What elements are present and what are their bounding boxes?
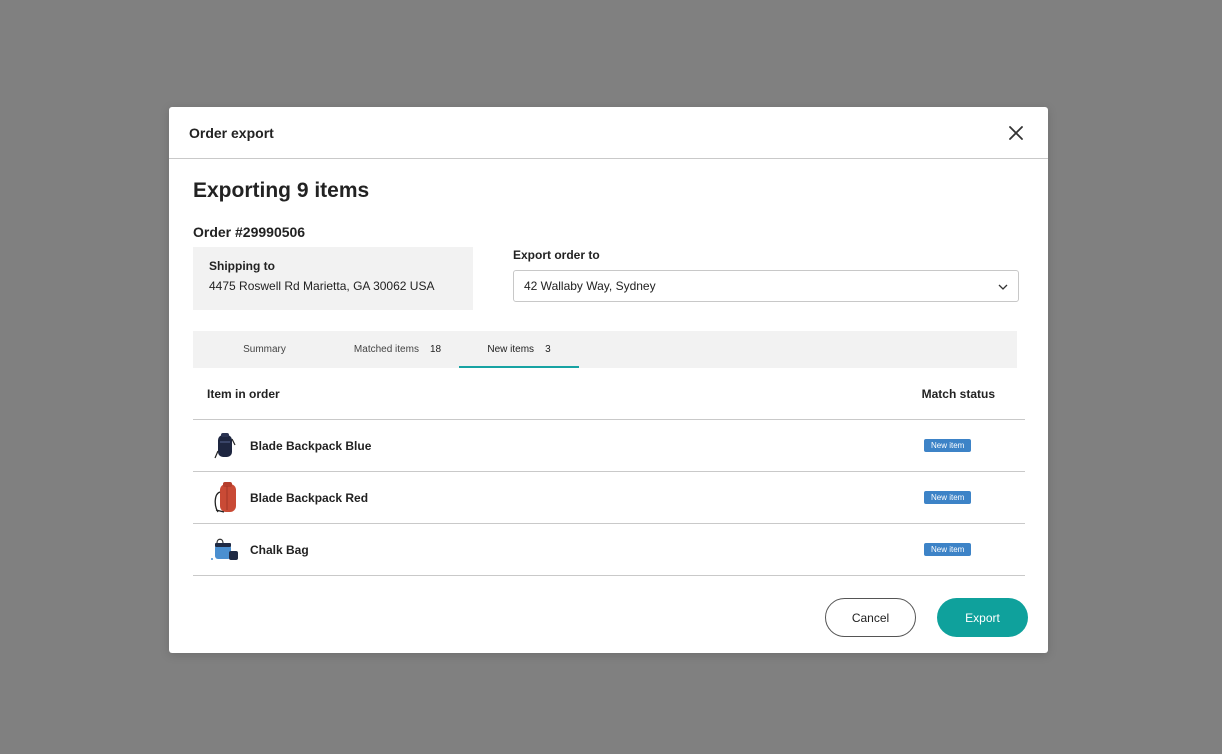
tab-count: 18: [429, 344, 442, 355]
tab-label: Summary: [243, 344, 286, 355]
shipping-box: Shipping to 4475 Roswell Rd Marietta, GA…: [193, 247, 473, 310]
tab-label: New items: [487, 344, 535, 355]
chalk-bag-icon: [205, 532, 245, 568]
tab-matched-items[interactable]: Matched items 18: [336, 331, 459, 368]
export-destination-select[interactable]: 42 Wallaby Way, Sydney: [513, 270, 1019, 302]
column-header-status: Match status: [921, 386, 995, 401]
column-header-item: Item in order: [207, 386, 280, 401]
status-badge: New item: [924, 543, 972, 556]
cancel-button[interactable]: Cancel: [825, 598, 916, 637]
table-row[interactable]: Blade Backpack Red New item: [193, 472, 1025, 524]
page-title: Exporting 9 items: [193, 179, 370, 202]
chevron-down-icon: [998, 279, 1008, 293]
export-to-label: Export order to: [513, 248, 600, 262]
order-export-modal: Order export Exporting 9 items Order #29…: [169, 107, 1048, 653]
backpack-blue-icon: [205, 428, 245, 464]
export-button[interactable]: Export: [937, 598, 1028, 637]
tab-bar: Summary Matched items 18 New items 3: [193, 331, 1017, 368]
tab-label: Matched items: [353, 344, 419, 355]
item-name: Blade Backpack Blue: [250, 438, 372, 453]
tab-count: 3: [545, 344, 551, 355]
item-name: Chalk Bag: [250, 542, 309, 557]
table-row[interactable]: Chalk Bag New item: [193, 524, 1025, 576]
items-table: Item in order Match status Blade Backpac…: [193, 368, 1025, 576]
status-badge: New item: [924, 439, 972, 452]
modal-header: Order export: [169, 107, 1048, 159]
shipping-label: Shipping to: [209, 259, 275, 273]
item-name: Blade Backpack Red: [250, 490, 369, 505]
table-header: Item in order Match status: [193, 368, 1025, 420]
close-icon[interactable]: [1006, 123, 1026, 143]
select-value: 42 Wallaby Way, Sydney: [524, 279, 656, 293]
tab-new-items[interactable]: New items 3: [459, 331, 579, 368]
backpack-red-icon: [205, 480, 245, 516]
order-number: Order #29990506: [193, 224, 306, 240]
table-row[interactable]: Blade Backpack Blue New item: [193, 420, 1025, 472]
shipping-address: 4475 Roswell Rd Marietta, GA 30062 USA: [209, 279, 435, 293]
status-badge: New item: [924, 491, 972, 504]
tab-summary[interactable]: Summary: [193, 331, 336, 368]
modal-title: Order export: [189, 124, 274, 141]
